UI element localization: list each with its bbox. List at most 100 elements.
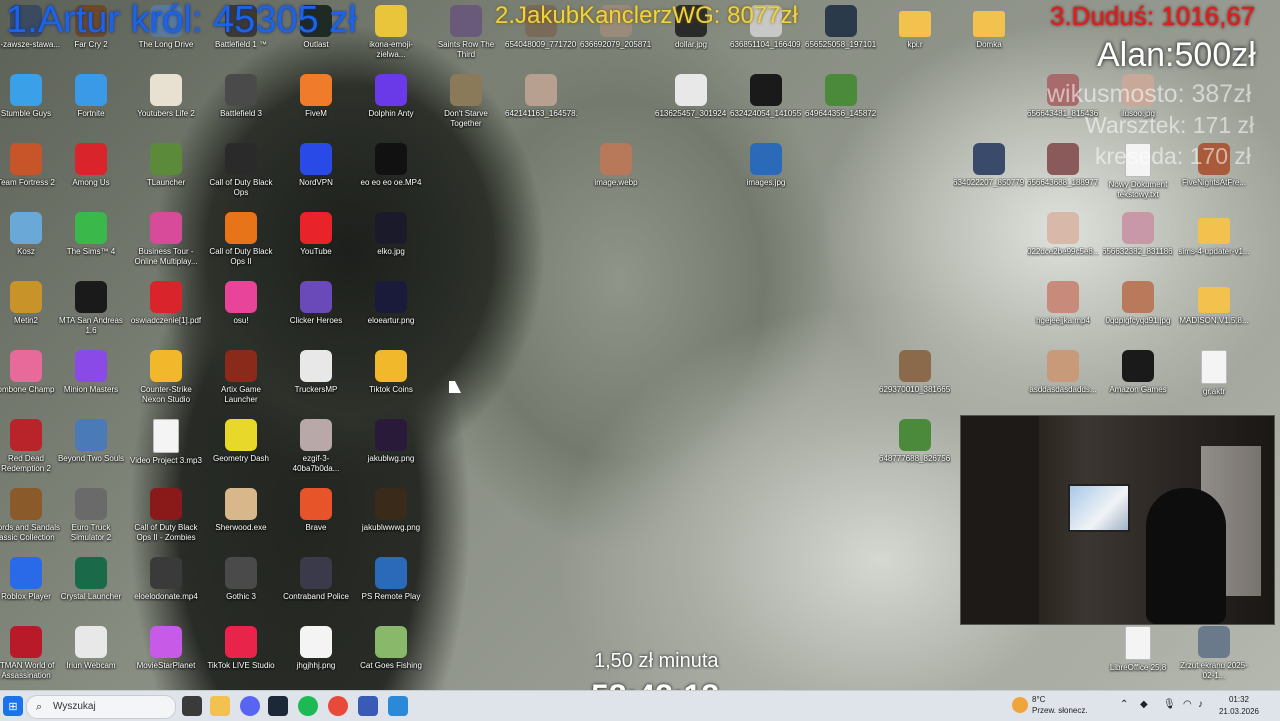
desktop-icon[interactable]: Artix Game Launcher xyxy=(205,350,277,405)
paint-icon[interactable] xyxy=(388,696,408,716)
desktop-icon[interactable]: Minion Masters xyxy=(55,350,127,395)
desktop-icon[interactable]: jhgjhhj.png xyxy=(280,626,352,671)
desktop-icon[interactable]: hgejeejjka.mp4 xyxy=(1027,281,1099,326)
desktop-icon[interactable]: eloelodonate.mp4 xyxy=(130,557,202,602)
desktop-icon-label: jakublwg.png xyxy=(367,454,415,463)
desktop-icon[interactable]: The Sims™ 4 xyxy=(55,212,127,257)
desktop-icon[interactable]: PS Remote Play xyxy=(355,557,427,602)
desktop-icon[interactable]: TLauncher xyxy=(130,143,202,188)
desktop-icon[interactable]: ombone Champ xyxy=(0,350,62,395)
desktop-icon[interactable]: Stumble Guys xyxy=(0,74,62,119)
microphone-icon[interactable]: 🎙 xyxy=(1163,699,1176,710)
desktop-icon[interactable]: Sherwood.exe xyxy=(205,488,277,533)
desktop-icon[interactable]: MovieStarPlanet xyxy=(130,626,202,671)
discord-icon[interactable] xyxy=(240,696,260,716)
desktop-icon[interactable]: Gothic 3 xyxy=(205,557,277,602)
desktop-icon-label: Nowy Dokument tekstowy.txt xyxy=(1108,180,1168,199)
desktop-icon[interactable]: Fortnite xyxy=(55,74,127,119)
desktop-icon[interactable]: elko.jpg xyxy=(355,212,427,257)
desktop-icon[interactable]: TruckersMP xyxy=(280,350,352,395)
chrome-icon[interactable] xyxy=(328,696,348,716)
desktop-icon[interactable]: 632424054_141055... xyxy=(730,74,802,119)
desktop-icon[interactable]: Beyond Two Souls xyxy=(55,419,127,464)
desktop-icon[interactable]: YouTube xyxy=(280,212,352,257)
desktop-icon[interactable]: Video Project 3.mp3 xyxy=(130,419,202,466)
taskbar-clock[interactable]: 01:32 21.03.2026 xyxy=(1214,694,1264,718)
desktop-icon[interactable]: osu! xyxy=(205,281,277,326)
desktop-icon[interactable]: Zrzut ekranu 2025-02-1... xyxy=(1178,626,1250,681)
desktop-icon[interactable]: Clicker Heroes xyxy=(280,281,352,326)
file-explorer-icon[interactable] xyxy=(210,696,230,716)
desktop-icon[interactable]: Kosz xyxy=(0,212,62,257)
desktop-icon[interactable]: Amazon Games xyxy=(1102,350,1174,395)
desktop-icon[interactable]: TikTok LIVE Studio xyxy=(205,626,277,671)
desktop-icon[interactable]: 642141163_164578... xyxy=(505,74,577,119)
desktop-icon[interactable]: Crystal Launcher xyxy=(55,557,127,602)
speaker-icon[interactable]: ♪ xyxy=(1198,699,1203,710)
desktop-icon[interactable]: 656632382_831186... xyxy=(1102,212,1174,257)
desktop-icon[interactable]: eo eo eo oe.MP4 xyxy=(355,143,427,188)
pen-icon[interactable] xyxy=(358,696,378,716)
chevron-up-icon[interactable]: ⌃ xyxy=(1120,699,1128,710)
desktop-icon[interactable]: eloeartur.png xyxy=(355,281,427,326)
desktop-icon[interactable]: words and Sandals lassic Collection xyxy=(0,488,62,543)
desktop-icon[interactable]: Dolphin Anty xyxy=(355,74,427,119)
desktop-icon[interactable]: Roblox Player xyxy=(0,557,62,602)
desktop-icon[interactable]: Battlefield 3 xyxy=(205,74,277,119)
desktop-icon[interactable]: kpi.r xyxy=(879,5,951,50)
desktop-icon[interactable]: Call of Duty Black Ops II xyxy=(205,212,277,267)
desktop-icon[interactable]: Tiktok Coins xyxy=(355,350,427,395)
steam-icon[interactable] xyxy=(268,696,288,716)
desktop-icon[interactable]: Red Dead Redemption 2 xyxy=(0,419,62,474)
desktop-icon[interactable]: Business Tour - Online Multiplay... xyxy=(130,212,202,267)
desktop-icon[interactable]: ezgif-3-40ba7b0da... xyxy=(280,419,352,474)
desktop-icon[interactable]: jakublwwwg.png xyxy=(355,488,427,533)
desktop-icon[interactable]: Among Us xyxy=(55,143,127,188)
desktop-icon[interactable]: Team Fortress 2 xyxy=(0,143,62,188)
desktop-icon[interactable]: Call of Duty Black Ops xyxy=(205,143,277,198)
desktop-icon[interactable]: NordVPN xyxy=(280,143,352,188)
desktop-icon[interactable]: ITMAN World of Assassination xyxy=(0,626,62,681)
desktop-icon[interactable]: ikona-emoji-zielwa... xyxy=(355,5,427,60)
desktop-icon[interactable]: LibreOffice 25.8 xyxy=(1102,626,1174,673)
desktop-icon[interactable]: asddasdasdadds... xyxy=(1027,350,1099,395)
desktop-icon[interactable]: 649644356_145872... xyxy=(805,74,877,119)
desktop-icon[interactable]: Brave xyxy=(280,488,352,533)
desktop-icon[interactable]: Call of Duty Black Ops II - Zombies xyxy=(130,488,202,543)
desktop-icon[interactable]: 634022207_850779... xyxy=(953,143,1025,188)
desktop-icon[interactable]: Domka xyxy=(953,5,1025,50)
desktop-icon[interactable]: oswiadczenie[1].pdf xyxy=(130,281,202,326)
desktop-icon[interactable]: Iriun Webcam xyxy=(55,626,127,671)
desktop-icon[interactable]: Saints Row The Third xyxy=(430,5,502,60)
desktop-icon[interactable]: sims-4-updater-v1... xyxy=(1178,212,1250,257)
spotify-icon[interactable] xyxy=(298,696,318,716)
desktop-icon[interactable]: Euro Truck Simulator 2 xyxy=(55,488,127,543)
desktop-icon[interactable]: 613625457_301924... xyxy=(655,74,727,119)
weather-widget[interactable]: 8°C Przew. słonecz. xyxy=(1010,694,1090,718)
desktop-icon[interactable]: gr.aktr xyxy=(1178,350,1250,397)
task-view-icon[interactable] xyxy=(182,696,202,716)
desktop-icon[interactable]: 656525058_197101... xyxy=(805,5,877,50)
desktop-icon[interactable]: Youtubers Life 2 xyxy=(130,74,202,119)
network-app-icon[interactable]: ◆ xyxy=(1140,699,1148,710)
desktop-icon[interactable]: Metin2 xyxy=(0,281,62,326)
desktop-icon[interactable]: 0qdpigfcyqd91.jpg xyxy=(1102,281,1174,326)
desktop-icon[interactable]: 648777688_826756... xyxy=(879,419,951,464)
desktop-icon[interactable]: FiveM xyxy=(280,74,352,119)
desktop-icon[interactable]: Geometry Dash xyxy=(205,419,277,464)
search-input[interactable]: ⌕ Wyszukaj xyxy=(26,695,176,719)
desktop-icon[interactable]: image.webp xyxy=(580,143,652,188)
desktop-icon[interactable]: Cat Goes Fishing xyxy=(355,626,427,671)
desktop-icon[interactable]: jakublwg.png xyxy=(355,419,427,464)
desktop-icon[interactable]: 656643688_188977... xyxy=(1027,143,1099,188)
windows-start-icon[interactable]: ⊞ xyxy=(3,696,23,716)
desktop-icon[interactable]: Counter-Strike Nexon Studio xyxy=(130,350,202,405)
wifi-icon[interactable]: ◠ xyxy=(1183,699,1192,710)
desktop-icon[interactable]: Contraband Police xyxy=(280,557,352,602)
desktop-icon[interactable]: Don't Starve Together xyxy=(430,74,502,129)
desktop-icon[interactable]: MADISON.V1.5.8... xyxy=(1178,281,1250,326)
desktop-icon[interactable]: 022dce2be99c5e8... xyxy=(1027,212,1099,257)
desktop-icon[interactable]: 629370010_381665... xyxy=(879,350,951,395)
desktop-icon[interactable]: MTA San Andreas 1.6 xyxy=(55,281,127,336)
desktop-icon[interactable]: images.jpg xyxy=(730,143,802,188)
